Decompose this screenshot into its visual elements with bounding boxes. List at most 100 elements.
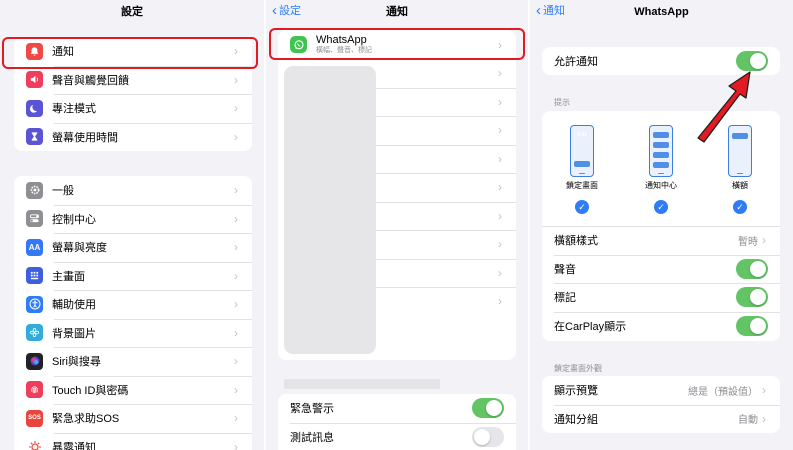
badges-toggle[interactable] bbox=[736, 287, 768, 308]
settings-group-2: 一般 › 控制中心 › AA 螢幕與亮度 › 主畫面 › 輔助使用 › 背景圖片… bbox=[14, 176, 252, 450]
lock-screen-phone-icon[interactable]: 9:41 bbox=[570, 125, 594, 177]
sounds-toggle[interactable] bbox=[736, 258, 768, 279]
chevron-right-icon: › bbox=[498, 66, 502, 81]
row-label: 標記 bbox=[554, 292, 576, 305]
alerts-style-group: 9:41 鎖定畫面 通知中心 橫額 ✓ ✓ ✓ 橫額樣式 暫時 › 聲音 標記 … bbox=[542, 111, 780, 341]
gear-icon bbox=[26, 181, 43, 199]
moon-icon bbox=[26, 99, 43, 117]
carplay-toggle[interactable] bbox=[736, 315, 768, 336]
lock-screen-appearance-header: 鎖定畫面外觀 bbox=[554, 364, 602, 373]
settings-item-label: 暴露通知 bbox=[52, 441, 96, 450]
checkmark-icon[interactable]: ✓ bbox=[733, 200, 747, 214]
settings-item-label: 主畫面 bbox=[52, 270, 85, 283]
settings-item-label: 螢幕與亮度 bbox=[52, 242, 107, 255]
chevron-right-icon: › bbox=[498, 208, 502, 223]
whatsapp-title: WhatsApp bbox=[634, 6, 689, 18]
notifications-title: 通知 bbox=[386, 6, 408, 18]
banner-style-row[interactable]: 橫額樣式 暫時 › bbox=[542, 226, 780, 255]
alerts-group: 緊急警示 測試訊息 bbox=[278, 394, 516, 450]
settings-item-sounds[interactable]: 聲音與觸覺回饋 › bbox=[14, 65, 252, 95]
chevron-right-icon: › bbox=[498, 237, 502, 252]
settings-item-label: 一般 bbox=[52, 185, 74, 198]
chevron-right-icon: › bbox=[234, 72, 238, 87]
switches-icon bbox=[26, 210, 43, 228]
style-caption: 鎖定畫面 bbox=[566, 181, 598, 190]
checkmark-icon[interactable]: ✓ bbox=[575, 200, 589, 214]
speaker-icon bbox=[26, 71, 43, 89]
home-grid-icon bbox=[26, 267, 43, 285]
chevron-right-icon: › bbox=[762, 383, 766, 398]
settings-item-label: 螢幕使用時間 bbox=[52, 131, 118, 144]
settings-item-accessibility[interactable]: 輔助使用 › bbox=[14, 290, 252, 319]
chevron-right-icon: › bbox=[234, 382, 238, 397]
chevron-right-icon: › bbox=[762, 233, 766, 248]
chevron-right-icon: › bbox=[234, 183, 238, 198]
settings-item-home-screen[interactable]: 主畫面 › bbox=[14, 261, 252, 291]
settings-item-wallpaper[interactable]: 背景圖片 › bbox=[14, 318, 252, 348]
highlight-outline bbox=[2, 37, 258, 69]
chevron-right-icon: › bbox=[234, 411, 238, 426]
settings-item-label: 緊急求助SOS bbox=[52, 413, 120, 426]
settings-item-display[interactable]: AA 螢幕與亮度 › bbox=[14, 233, 252, 262]
row-value: 自動 bbox=[738, 415, 758, 427]
fingerprint-icon bbox=[26, 381, 43, 399]
phone-time: 9:41 bbox=[576, 132, 587, 138]
row-label: 通知分組 bbox=[554, 413, 598, 426]
settings-item-exposure[interactable]: 暴露通知 › bbox=[14, 432, 252, 450]
row-label: 橫額樣式 bbox=[554, 235, 598, 248]
chevron-right-icon: › bbox=[234, 297, 238, 312]
emergency-alerts-toggle[interactable] bbox=[472, 398, 504, 419]
settings-item-label: Touch ID與密碼 bbox=[52, 384, 129, 397]
settings-title: 設定 bbox=[121, 6, 143, 18]
chevron-right-icon: › bbox=[234, 240, 238, 255]
style-caption: 通知中心 bbox=[645, 181, 677, 190]
flower-icon bbox=[26, 324, 43, 342]
test-messages-toggle[interactable] bbox=[472, 426, 504, 447]
lock-screen-group: 顯示預覽 總是（預設值） › 通知分組 自動 › bbox=[542, 376, 780, 433]
settings-item-screen-time[interactable]: 螢幕使用時間 › bbox=[14, 122, 252, 152]
settings-item-siri[interactable]: Siri與搜尋 › bbox=[14, 347, 252, 376]
alert-options: 橫額樣式 暫時 › 聲音 標記 在CarPlay顯示 bbox=[542, 226, 780, 340]
chevron-right-icon: › bbox=[234, 325, 238, 340]
settings-item-label: 聲音與觸覺回饋 bbox=[52, 74, 129, 87]
settings-item-label: 輔助使用 bbox=[52, 299, 96, 312]
settings-item-label: 專注模式 bbox=[52, 103, 96, 116]
row-label: 緊急警示 bbox=[290, 403, 334, 416]
text-size-icon: AA bbox=[26, 238, 43, 256]
settings-item-label: Siri與搜尋 bbox=[52, 356, 101, 369]
settings-item-label: 背景圖片 bbox=[52, 327, 96, 340]
notification-center-phone-icon[interactable] bbox=[649, 125, 673, 177]
badges-row: 標記 bbox=[542, 283, 780, 312]
notifications-panel: ‹ 設定 通知 WhatsApp 橫幅、聲音、標記 › › › › › › › … bbox=[266, 0, 528, 450]
settings-item-emergency-sos[interactable]: SOS 緊急求助SOS › bbox=[14, 404, 252, 433]
chevron-right-icon: › bbox=[498, 294, 502, 309]
siri-icon bbox=[26, 352, 43, 370]
checkmark-icon[interactable]: ✓ bbox=[654, 200, 668, 214]
settings-item-touch-id[interactable]: Touch ID與密碼 › bbox=[14, 375, 252, 405]
blur-overlay bbox=[284, 66, 376, 354]
chevron-right-icon: › bbox=[498, 94, 502, 109]
carplay-row: 在CarPlay顯示 bbox=[542, 311, 780, 341]
row-label: 在CarPlay顯示 bbox=[554, 320, 627, 333]
notification-grouping-row[interactable]: 通知分組 自動 › bbox=[542, 404, 780, 434]
exposure-icon bbox=[26, 438, 43, 450]
settings-item-control-center[interactable]: 控制中心 › bbox=[14, 204, 252, 234]
chevron-right-icon: › bbox=[498, 151, 502, 166]
sounds-row: 聲音 bbox=[542, 254, 780, 284]
chevron-right-icon: › bbox=[498, 265, 502, 280]
settings-panel: 設定 通知 › 聲音與觸覺回饋 › 專注模式 › 螢幕使用時間 › 一般 › 控… bbox=[0, 0, 264, 450]
alerts-header: 提示 bbox=[554, 98, 570, 107]
settings-item-focus[interactable]: 專注模式 › bbox=[14, 94, 252, 123]
row-label: 聲音 bbox=[554, 263, 576, 276]
style-caption: 橫額 bbox=[732, 181, 748, 190]
accessibility-icon bbox=[26, 295, 43, 313]
chevron-right-icon: › bbox=[234, 101, 238, 116]
show-previews-row[interactable]: 顯示預覽 總是（預設值） › bbox=[542, 376, 780, 405]
app-list-group: WhatsApp 橫幅、聲音、標記 › › › › › › › › › › bbox=[278, 30, 516, 360]
sos-icon: SOS bbox=[26, 409, 43, 427]
whatsapp-settings-panel: ‹ 通知 WhatsApp 允許通知 提示 9:41 鎖定畫面 通知中心 橫額 … bbox=[530, 0, 793, 450]
hourglass-icon bbox=[26, 128, 43, 146]
settings-item-general[interactable]: 一般 › bbox=[14, 176, 252, 205]
chevron-right-icon: › bbox=[234, 211, 238, 226]
chevron-right-icon: › bbox=[498, 180, 502, 195]
